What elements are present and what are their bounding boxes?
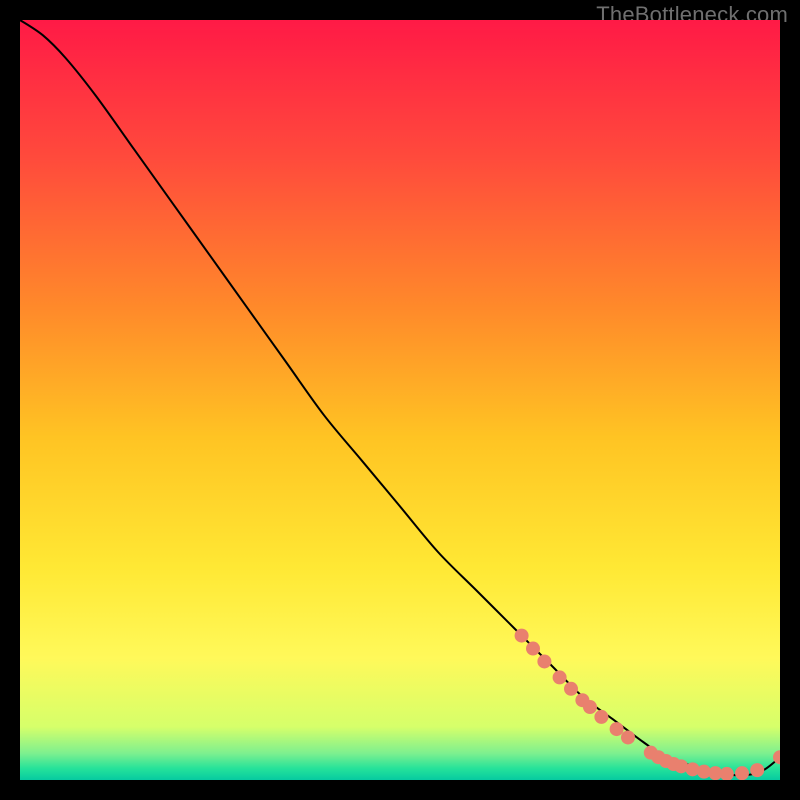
marker-point bbox=[515, 629, 529, 643]
marker-point bbox=[750, 763, 764, 777]
marker-point bbox=[594, 710, 608, 724]
marker-point bbox=[537, 654, 551, 668]
gradient-background bbox=[20, 20, 780, 780]
marker-point bbox=[526, 642, 540, 656]
marker-point bbox=[553, 670, 567, 684]
chart-svg bbox=[20, 20, 780, 780]
marker-point bbox=[583, 700, 597, 714]
marker-point bbox=[610, 722, 624, 736]
marker-point bbox=[621, 730, 635, 744]
marker-point bbox=[735, 766, 749, 780]
marker-point bbox=[564, 682, 578, 696]
plot-area bbox=[20, 20, 780, 780]
chart-stage: TheBottleneck.com bbox=[0, 0, 800, 800]
